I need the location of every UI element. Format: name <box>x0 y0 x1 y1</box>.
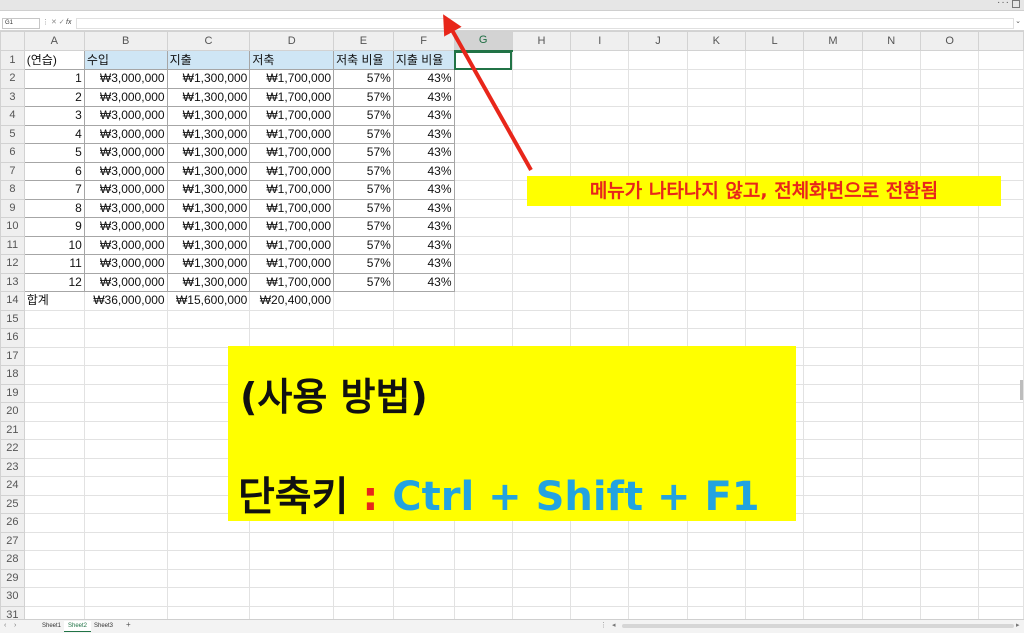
scroll-tabs-right-icon[interactable]: › <box>14 622 16 629</box>
howto-title: (사용 방법) <box>240 375 428 419</box>
shortcut-label: 단축키 <box>238 474 349 520</box>
scroll-left-icon[interactable]: ◂ <box>612 621 616 629</box>
horizontal-scrollbar[interactable] <box>622 624 1014 628</box>
tab-split-handle[interactable]: ⋮ <box>600 621 607 629</box>
sheet-tab-2[interactable]: Sheet2 <box>64 621 92 632</box>
red-arrow-annotation <box>443 14 533 171</box>
scroll-right-icon[interactable]: ▸ <box>1016 621 1020 629</box>
sheet-tab-bar: ‹ › Sheet1 Sheet2 Sheet3 + ⋮ ◂ ▸ <box>0 619 1024 633</box>
shortcut-colon: : <box>362 474 379 520</box>
shortcut-line: 단축키 : Ctrl + Shift + F1 <box>238 464 760 522</box>
sheet-tab-3[interactable]: Sheet3 <box>90 621 117 631</box>
annotation-callout: 메뉴가 나타나지 않고, 전체화면으로 전환됨 <box>527 176 1001 206</box>
sheet-tab-1[interactable]: Sheet1 <box>38 621 65 631</box>
add-sheet-button[interactable]: + <box>126 620 131 629</box>
shortcut-keys: Ctrl + Shift + F1 <box>392 474 760 520</box>
howto-callout: (사용 방법) 단축키 : Ctrl + Shift + F1 <box>228 346 796 521</box>
scroll-tabs-left-icon[interactable]: ‹ <box>4 622 6 629</box>
